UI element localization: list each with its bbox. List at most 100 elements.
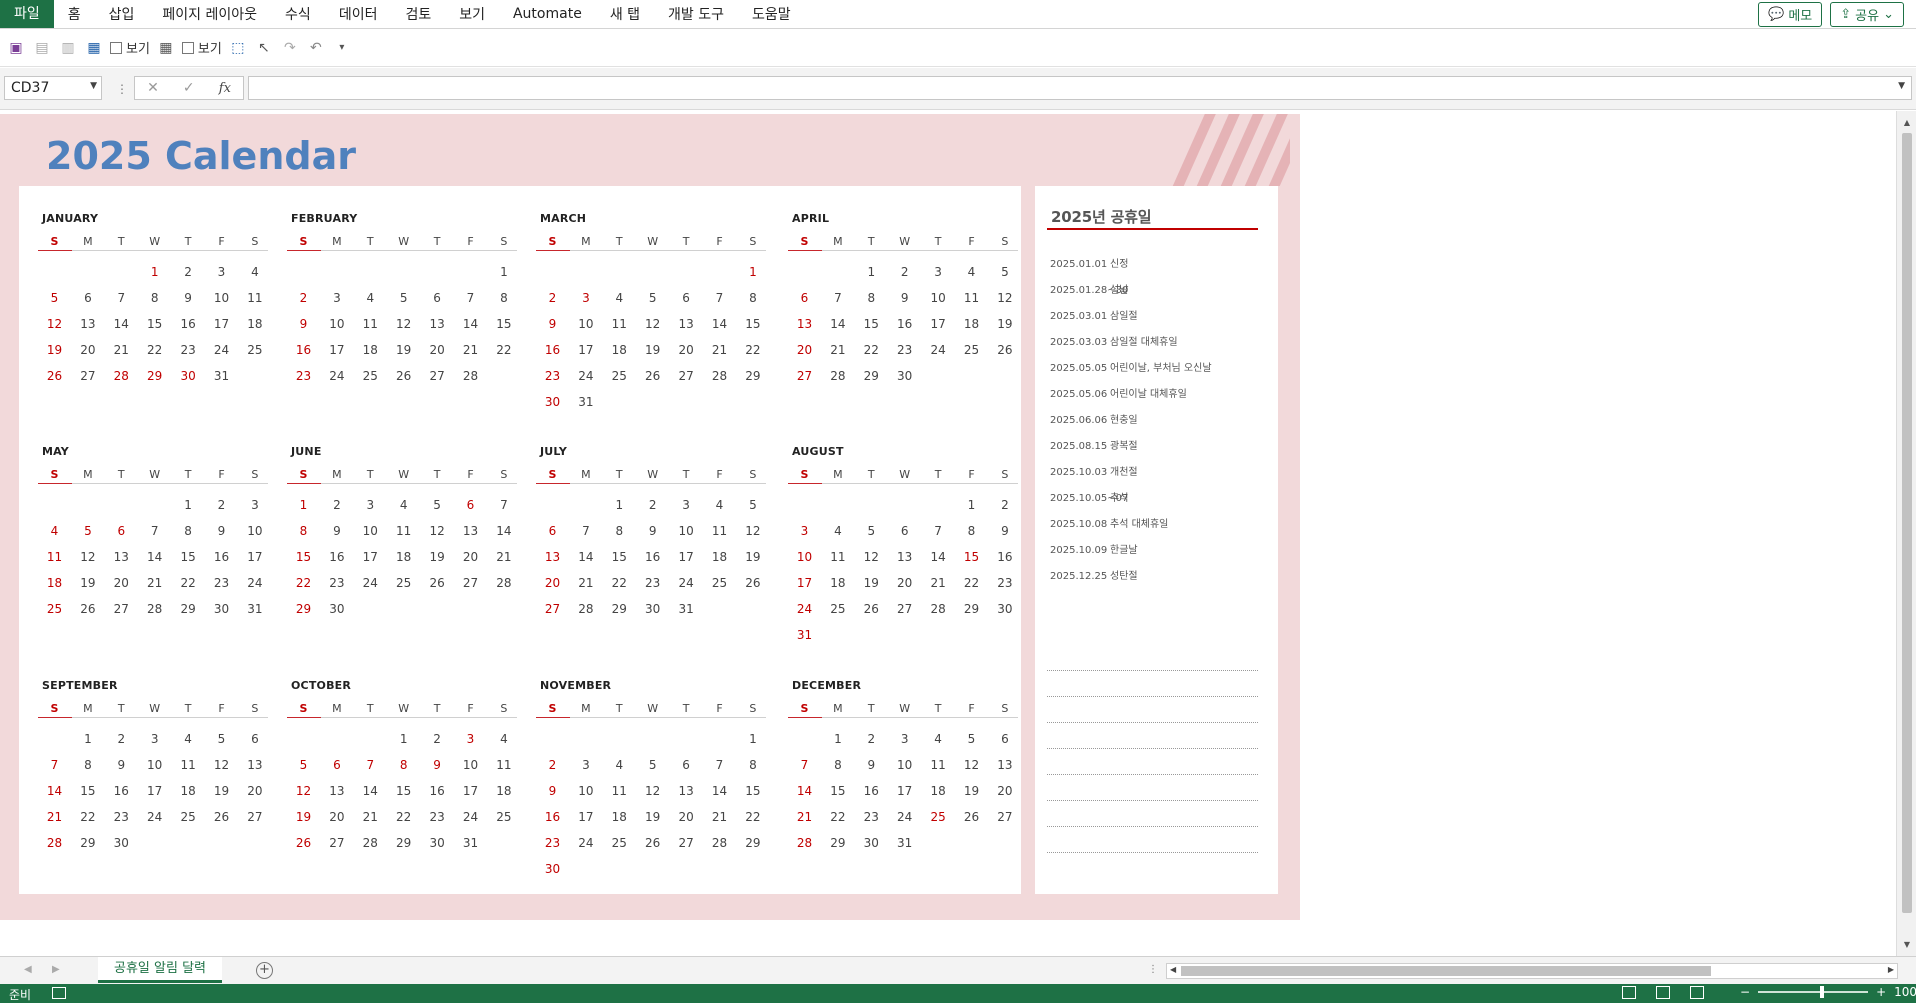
horizontal-scrollbar[interactable]: ◀ ▶ (1166, 963, 1898, 979)
calendar-day[interactable]: 24 (788, 602, 821, 616)
calendar-day[interactable]: 10 (670, 524, 703, 538)
calendar-day[interactable]: 23 (320, 576, 353, 590)
calendar-day[interactable]: 27 (238, 810, 271, 824)
calendar-day[interactable]: 22 (736, 810, 769, 824)
calendar-day[interactable]: 4 (922, 732, 955, 746)
calendar-day[interactable]: 10 (320, 317, 353, 331)
calendar-day[interactable]: 18 (603, 343, 636, 357)
calendar-day[interactable]: 22 (603, 576, 636, 590)
calendar-day[interactable]: 7 (487, 498, 520, 512)
calendar-day[interactable]: 1 (736, 265, 769, 279)
calendar-day[interactable]: 20 (888, 576, 921, 590)
calendar-day[interactable]: 15 (955, 550, 988, 564)
calendar-day[interactable]: 9 (536, 317, 569, 331)
calendar-day[interactable]: 16 (105, 784, 138, 798)
calendar-day[interactable]: 19 (955, 784, 988, 798)
calendar-day[interactable]: 11 (238, 291, 271, 305)
calendar-day[interactable]: 9 (205, 524, 238, 538)
pointer-icon[interactable]: ↖ (254, 38, 274, 58)
calendar-day[interactable]: 25 (172, 810, 205, 824)
calendar-day[interactable]: 3 (569, 291, 602, 305)
calendar-day[interactable]: 24 (354, 576, 387, 590)
calendar-day[interactable]: 18 (821, 576, 854, 590)
calendar-day[interactable]: 28 (38, 836, 71, 850)
zoom-slider[interactable] (1758, 986, 1869, 998)
calendar-day[interactable]: 21 (788, 810, 821, 824)
normal-view-icon[interactable] (1622, 986, 1636, 999)
calendar-day[interactable]: 1 (821, 732, 854, 746)
calendar-day[interactable]: 20 (421, 343, 454, 357)
calendar-day[interactable]: 30 (536, 862, 569, 876)
calendar-day[interactable]: 19 (855, 576, 888, 590)
calendar-day[interactable]: 15 (603, 550, 636, 564)
calendar-day[interactable]: 15 (387, 784, 420, 798)
scroll-up-icon[interactable]: ▲ (1901, 117, 1913, 129)
calendar-day[interactable]: 5 (205, 732, 238, 746)
calendar-day[interactable]: 16 (287, 343, 320, 357)
name-box[interactable]: CD37 ▼ (4, 76, 102, 100)
calendar-day[interactable]: 6 (454, 498, 487, 512)
fit-page-icon[interactable]: ▦ (84, 38, 104, 58)
calendar-day[interactable]: 25 (703, 576, 736, 590)
calendar-day[interactable]: 18 (922, 784, 955, 798)
sheet-tab-holiday-calendar[interactable]: 공휴일 알림 달력 (98, 957, 222, 983)
calendar-day[interactable]: 13 (536, 550, 569, 564)
calendar-day[interactable]: 22 (138, 343, 171, 357)
calendar-day[interactable]: 8 (71, 758, 104, 772)
calendar-day[interactable]: 11 (354, 317, 387, 331)
calendar-day[interactable]: 20 (238, 784, 271, 798)
calendar-day[interactable]: 25 (922, 810, 955, 824)
calendar-day[interactable]: 8 (287, 524, 320, 538)
calendar-day[interactable]: 14 (105, 317, 138, 331)
calendar-day[interactable]: 16 (536, 810, 569, 824)
calendar-day[interactable]: 20 (536, 576, 569, 590)
calendar-day[interactable]: 27 (670, 369, 703, 383)
calendar-day[interactable]: 28 (821, 369, 854, 383)
calendar-day[interactable]: 30 (888, 369, 921, 383)
calendar-day[interactable]: 16 (888, 317, 921, 331)
paste-values-icon[interactable]: ▤ (32, 38, 52, 58)
tab-file[interactable]: 파일 (0, 0, 54, 28)
calendar-day[interactable]: 16 (205, 550, 238, 564)
calendar-day[interactable]: 12 (955, 758, 988, 772)
calendar-day[interactable]: 19 (387, 343, 420, 357)
calendar-day[interactable]: 13 (320, 784, 353, 798)
select-area-icon[interactable]: ⬚ (228, 38, 248, 58)
calendar-day[interactable]: 23 (105, 810, 138, 824)
calendar-day[interactable]: 2 (536, 758, 569, 772)
calendar-day[interactable]: 30 (172, 369, 205, 383)
calendar-day[interactable]: 14 (703, 784, 736, 798)
calendar-day[interactable]: 7 (703, 758, 736, 772)
calendar-day[interactable]: 5 (636, 291, 669, 305)
calendar-day[interactable]: 4 (487, 732, 520, 746)
calendar-day[interactable]: 30 (421, 836, 454, 850)
calendar-day[interactable]: 15 (71, 784, 104, 798)
calendar-day[interactable]: 28 (105, 369, 138, 383)
tab-automate[interactable]: Automate (499, 0, 596, 28)
calendar-day[interactable]: 30 (988, 602, 1021, 616)
calendar-day[interactable]: 8 (138, 291, 171, 305)
calendar-day[interactable]: 14 (138, 550, 171, 564)
calendar-day[interactable]: 18 (238, 317, 271, 331)
calendar-day[interactable]: 18 (38, 576, 71, 590)
calendar-day[interactable]: 28 (569, 602, 602, 616)
calendar-day[interactable]: 29 (736, 369, 769, 383)
calendar-day[interactable]: 23 (988, 576, 1021, 590)
scroll-left-icon[interactable]: ◀ (1170, 965, 1176, 974)
calendar-day[interactable]: 17 (205, 317, 238, 331)
save-icon[interactable]: ▣ (6, 38, 26, 58)
calendar-day[interactable]: 9 (988, 524, 1021, 538)
calendar-day[interactable]: 21 (922, 576, 955, 590)
calendar-day[interactable]: 26 (287, 836, 320, 850)
calendar-day[interactable]: 14 (454, 317, 487, 331)
calendar-day[interactable]: 10 (788, 550, 821, 564)
calendar-day[interactable]: 15 (487, 317, 520, 331)
calendar-day[interactable]: 28 (138, 602, 171, 616)
calendar-day[interactable]: 27 (888, 602, 921, 616)
calendar-day[interactable]: 11 (603, 784, 636, 798)
calendar-day[interactable]: 21 (38, 810, 71, 824)
calendar-day[interactable]: 12 (421, 524, 454, 538)
calendar-day[interactable]: 31 (238, 602, 271, 616)
calendar-day[interactable]: 29 (821, 836, 854, 850)
calendar-day[interactable]: 11 (387, 524, 420, 538)
